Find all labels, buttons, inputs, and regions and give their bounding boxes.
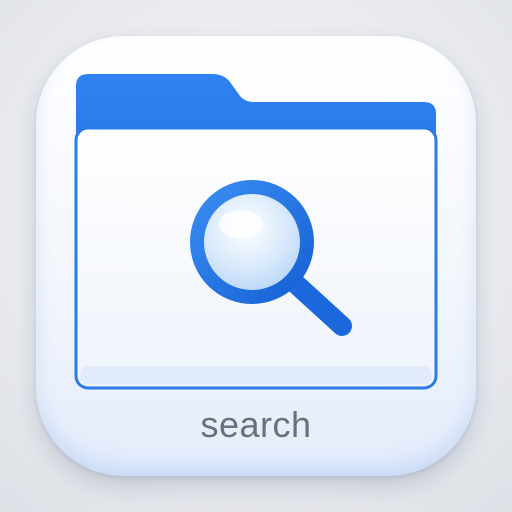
desktop-background: search (0, 0, 512, 512)
magnifier-lens-shape (190, 180, 314, 304)
search-app-icon[interactable]: search (36, 36, 476, 476)
app-icon-label: search (200, 404, 312, 445)
